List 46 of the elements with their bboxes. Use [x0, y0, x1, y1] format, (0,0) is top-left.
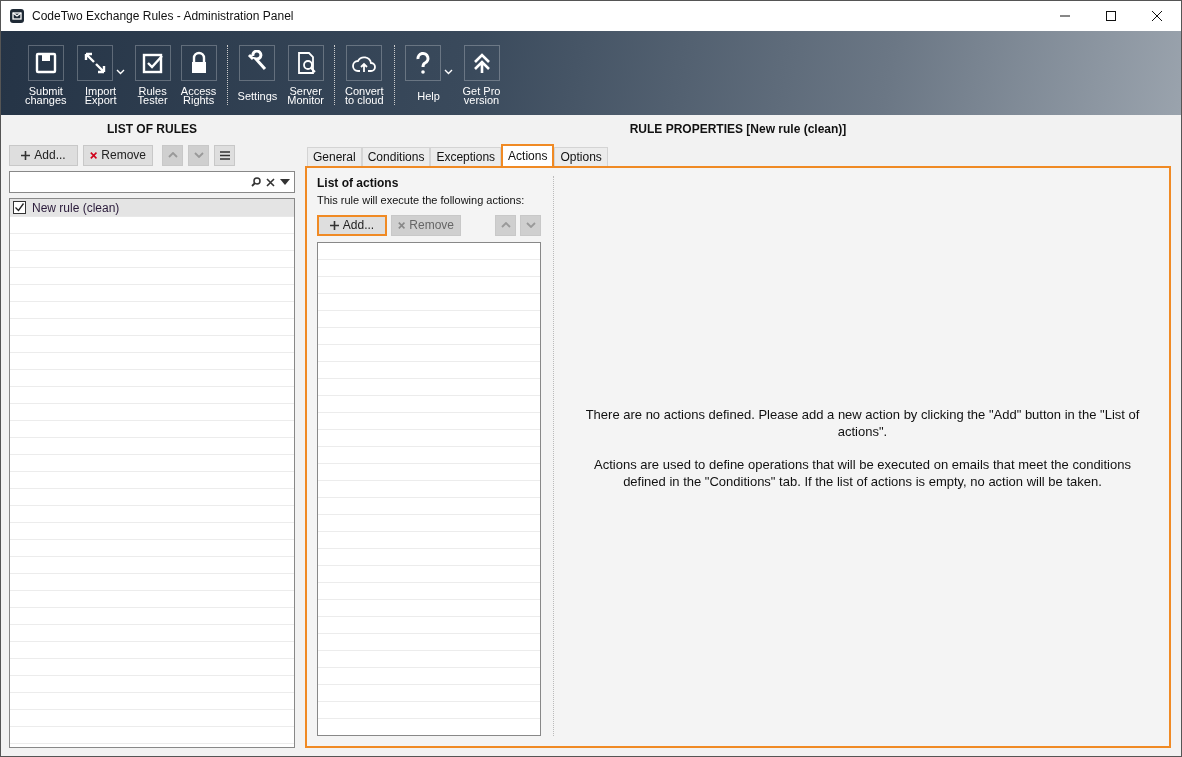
search-field[interactable]: [9, 171, 295, 193]
chevron-down-icon: [193, 152, 204, 158]
menu-button[interactable]: [214, 144, 235, 166]
rule-item[interactable]: New rule (clean): [10, 199, 294, 217]
x-icon: [90, 150, 98, 160]
tab[interactable]: Exceptions: [430, 147, 502, 166]
toolbar-button[interactable]: Import Export: [74, 43, 127, 111]
section-description: This rule will execute the following actions:: [317, 194, 526, 206]
toolbar-button[interactable]: Rules Tester: [132, 43, 173, 111]
caret-icon: [115, 69, 125, 75]
toolbar-button[interactable]: Server Monitor: [285, 43, 327, 111]
window-title: CodeTwo Exchange Rules - Administration Panel: [32, 9, 294, 23]
maximize-icon[interactable]: [1105, 10, 1117, 22]
rule-name: New rule (clean): [32, 200, 120, 215]
search-icon: [251, 177, 261, 187]
tab[interactable]: Conditions: [361, 147, 431, 166]
add-button[interactable]: Add...: [317, 214, 387, 236]
toolbar-button[interactable]: Access Rights: [178, 43, 219, 111]
tab[interactable]: Options: [554, 147, 608, 166]
dropdown-caret-icon[interactable]: [280, 179, 290, 185]
close-icon[interactable]: [1151, 10, 1163, 22]
toolbar-button[interactable]: Get Pro version: [460, 43, 503, 111]
checkbox[interactable]: [13, 201, 26, 214]
section-title: List of actions: [317, 176, 400, 190]
chevron-up-icon: [167, 152, 178, 158]
plus-icon: [329, 220, 339, 230]
caret-icon: [443, 69, 453, 75]
menu-icon: [219, 150, 230, 160]
remove-button[interactable]: Remove: [83, 144, 153, 166]
toolbar-button[interactable]: Settings: [235, 43, 280, 111]
add-button[interactable]: Add...: [9, 144, 78, 166]
panel-heading: LIST OF RULES: [106, 121, 198, 138]
chevron-up-icon: [500, 222, 511, 228]
empty-state-message: Actions are used to define operations that will be executed on emails that meet the conditions defined in the "Conditions" tab. If the list of actions is empty, no action will be taken.: [593, 456, 1132, 490]
clear-icon[interactable]: [266, 177, 275, 187]
tab[interactable]: General: [307, 147, 362, 166]
x-icon: [398, 220, 406, 230]
plus-icon: [21, 150, 31, 160]
toolbar-button[interactable]: Help: [402, 43, 455, 111]
toolbar-button[interactable]: Submit changes: [23, 43, 69, 111]
app-logo-icon: [9, 8, 25, 24]
toolbar-button[interactable]: Convert to cloud: [343, 43, 386, 111]
tab[interactable]: Actions: [501, 144, 555, 166]
chevron-down-icon: [525, 222, 536, 228]
empty-state-message: There are no actions defined. Please add a new action by clicking the "Add" button in the "List of actions".: [584, 406, 1141, 440]
panel-heading: RULE PROPERTIES [New rule (clean)]: [628, 121, 848, 138]
